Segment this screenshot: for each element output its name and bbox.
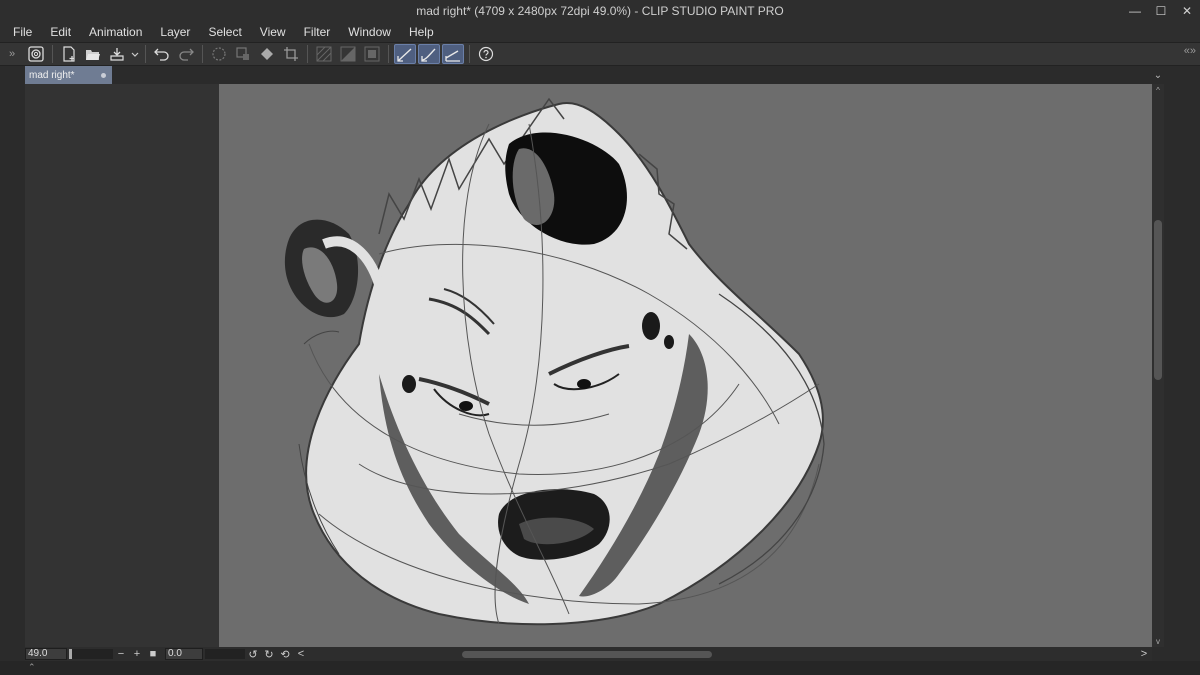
menu-file[interactable]: File bbox=[4, 22, 41, 42]
toolbar-divider bbox=[202, 45, 203, 63]
fit-screen-button[interactable]: ■ bbox=[145, 648, 161, 660]
horizontal-scroll-thumb[interactable] bbox=[462, 651, 712, 658]
tone-icon bbox=[340, 46, 356, 62]
scroll-down-arrow-icon[interactable]: v bbox=[1152, 635, 1164, 647]
vertical-scroll-thumb[interactable] bbox=[1154, 220, 1162, 380]
canvas-viewport[interactable] bbox=[25, 84, 1152, 647]
clear-selection-button[interactable] bbox=[208, 44, 230, 64]
toolbar-divider bbox=[388, 45, 389, 63]
clip-studio-button[interactable] bbox=[25, 44, 47, 64]
scroll-right-arrow-icon[interactable]: > bbox=[1136, 648, 1152, 660]
zoom-level-input[interactable]: 49.0 bbox=[25, 648, 67, 660]
crop-button[interactable] bbox=[280, 44, 302, 64]
tab-close-dot-icon[interactable] bbox=[101, 73, 106, 78]
menu-select[interactable]: Select bbox=[199, 22, 250, 42]
snap-curve-icon bbox=[421, 48, 436, 62]
rotation-input[interactable]: 0.0 bbox=[165, 648, 203, 660]
snap-grid-icon bbox=[445, 50, 460, 62]
chevron-down-icon bbox=[131, 52, 139, 57]
new-canvas-button[interactable] bbox=[58, 44, 80, 64]
new-canvas-icon bbox=[63, 46, 75, 62]
save-dropdown[interactable] bbox=[130, 44, 140, 64]
menu-layer[interactable]: Layer bbox=[151, 22, 199, 42]
document-tab[interactable]: mad right* bbox=[25, 66, 112, 84]
undo-icon bbox=[154, 48, 169, 61]
rotate-right-icon[interactable]: ↻ bbox=[261, 648, 277, 661]
rotate-left-icon[interactable]: ↺ bbox=[245, 648, 261, 661]
rotation-slider[interactable] bbox=[205, 649, 245, 659]
tone-button[interactable] bbox=[337, 44, 359, 64]
bottom-dock-strip: ⌃ bbox=[0, 661, 1200, 675]
window-title: mad right* (4709 x 2480px 72dpi 49.0%) -… bbox=[416, 4, 784, 18]
horizontal-scrollbar[interactable] bbox=[317, 648, 1137, 660]
panel-expand-icon[interactable]: ⌃ bbox=[28, 662, 36, 673]
tab-list-chevron-icon[interactable]: ⌄ bbox=[1151, 66, 1165, 84]
snap-grid-button[interactable] bbox=[442, 44, 464, 64]
redo-icon bbox=[179, 48, 194, 61]
menu-bar: File Edit Animation Layer Select View Fi… bbox=[0, 22, 1200, 42]
right-dock-strip bbox=[1164, 66, 1200, 675]
menu-help[interactable]: Help bbox=[400, 22, 443, 42]
border-button[interactable] bbox=[361, 44, 383, 64]
snap-ruler-button[interactable] bbox=[394, 44, 416, 64]
close-button[interactable]: ✕ bbox=[1174, 0, 1200, 22]
command-bar: » «» bbox=[0, 42, 1200, 66]
border-icon bbox=[364, 46, 380, 62]
open-folder-icon bbox=[86, 50, 100, 60]
help-button[interactable] bbox=[475, 44, 497, 64]
crop-icon bbox=[284, 47, 298, 61]
document-tab-bar: mad right* ⌄ bbox=[25, 66, 1165, 84]
toolbar-grip[interactable]: » bbox=[0, 43, 24, 65]
save-icon bbox=[110, 48, 124, 61]
clip-studio-icon bbox=[28, 46, 44, 62]
panel-collapse-grip[interactable]: «» bbox=[1184, 45, 1196, 57]
maximize-button[interactable]: ☐ bbox=[1148, 0, 1174, 22]
zoom-in-button[interactable]: + bbox=[129, 648, 145, 660]
undo-button[interactable] bbox=[151, 44, 173, 64]
menu-view[interactable]: View bbox=[251, 22, 295, 42]
redo-button[interactable] bbox=[175, 44, 197, 64]
left-dock-strip bbox=[0, 66, 25, 675]
fill-icon bbox=[261, 48, 273, 60]
snap-special-ruler-button[interactable] bbox=[418, 44, 440, 64]
transform-button[interactable] bbox=[232, 44, 254, 64]
hide-outside-button[interactable] bbox=[313, 44, 335, 64]
navigator-status-bar: 49.0 − + ■ 0.0 ↺ ↻ ⟲ < > bbox=[25, 647, 1152, 661]
selection-clear-icon bbox=[212, 47, 226, 61]
minimize-button[interactable]: — bbox=[1122, 0, 1148, 22]
document-tab-label: mad right* bbox=[29, 69, 75, 81]
menu-filter[interactable]: Filter bbox=[295, 22, 340, 42]
help-icon bbox=[478, 46, 494, 62]
title-bar: mad right* (4709 x 2480px 72dpi 49.0%) -… bbox=[0, 0, 1200, 22]
transform-icon bbox=[236, 47, 249, 60]
snap-ruler-icon bbox=[397, 48, 412, 62]
menu-edit[interactable]: Edit bbox=[41, 22, 80, 42]
window-controls: — ☐ ✕ bbox=[1122, 0, 1200, 22]
scroll-left-arrow-icon[interactable]: < bbox=[293, 648, 309, 660]
toolbar-divider bbox=[469, 45, 470, 63]
save-button[interactable] bbox=[106, 44, 128, 64]
zoom-slider[interactable] bbox=[69, 649, 113, 659]
menu-window[interactable]: Window bbox=[339, 22, 400, 42]
scroll-up-arrow-icon[interactable]: ^ bbox=[1152, 84, 1164, 96]
badger-sketch-artwork bbox=[284, 97, 825, 626]
toolbar-divider bbox=[52, 45, 53, 63]
toolbar-divider bbox=[145, 45, 146, 63]
vertical-scrollbar[interactable]: ^ v bbox=[1152, 84, 1164, 647]
toolbar-divider bbox=[307, 45, 308, 63]
zoom-out-button[interactable]: − bbox=[113, 648, 129, 660]
drawing-paper[interactable] bbox=[219, 84, 1152, 647]
open-button[interactable] bbox=[82, 44, 104, 64]
zoom-slider-knob[interactable] bbox=[69, 649, 72, 659]
menu-animation[interactable]: Animation bbox=[80, 22, 151, 42]
fill-button[interactable] bbox=[256, 44, 278, 64]
reset-rotation-icon[interactable]: ⟲ bbox=[277, 648, 293, 661]
hatch-icon bbox=[316, 46, 332, 62]
